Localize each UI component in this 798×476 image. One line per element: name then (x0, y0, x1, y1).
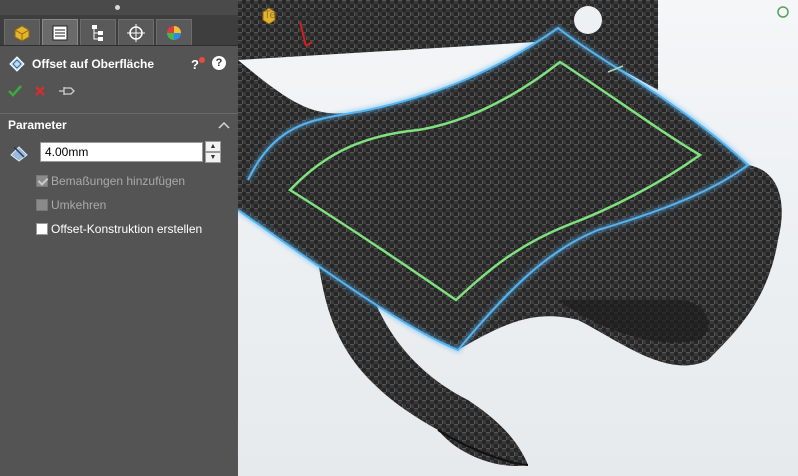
panel-header-strip (0, 0, 238, 15)
checkbox-row-reverse[interactable]: Umkehren (0, 193, 238, 217)
color-sphere-icon (167, 25, 181, 40)
svg-text:?: ? (191, 57, 199, 72)
detailed-preview-help-icon[interactable]: ? (190, 56, 206, 72)
offset-stepper[interactable]: ▲ ▼ (205, 141, 221, 163)
page-title: Offset auf Oberfläche (32, 57, 155, 71)
tree-icon (92, 24, 103, 41)
part-mounting-hole (574, 6, 602, 34)
offset-surface-icon (9, 56, 25, 72)
property-list-icon (52, 25, 68, 40)
model-canvas[interactable] (238, 0, 798, 476)
breadcrumb[interactable]: Teil1 (Standard<<Stan... (264, 9, 383, 21)
offset-distance-input[interactable] (40, 142, 203, 162)
property-manager-panel: Offset auf Oberfläche ? ? Parameter 4.00… (0, 0, 238, 476)
drag-dot[interactable] (115, 5, 120, 10)
tab-display-manager[interactable] (156, 19, 192, 45)
cancel-x-icon[interactable] (34, 85, 46, 97)
action-buttons (0, 79, 238, 103)
distance-icon (10, 146, 28, 162)
tab-property-manager[interactable] (42, 19, 78, 45)
parameter-section-header[interactable]: Parameter (0, 113, 238, 135)
checkbox-row-construction[interactable]: Offset-Konstruktion erstellen (0, 217, 238, 241)
checkbox-row-add-dimensions[interactable]: Bemaßungen hinzufügen (0, 169, 238, 193)
ok-check-icon[interactable] (8, 85, 22, 97)
add-dimensions-label: Bemaßungen hinzufügen (51, 174, 186, 188)
feature-title-row: Offset auf Oberfläche ? ? (0, 49, 238, 79)
tab-dimxpert[interactable] (118, 19, 154, 45)
tab-feature-manager[interactable] (4, 19, 40, 45)
construction-label: Offset-Konstruktion erstellen (51, 222, 203, 236)
zoom-handle-icon[interactable] (777, 6, 789, 18)
reverse-label: Umkehren (51, 198, 107, 212)
pin-icon[interactable] (58, 85, 76, 97)
reverse-checkbox[interactable] (36, 199, 48, 211)
part-inner-curl (558, 300, 709, 343)
stepper-up[interactable]: ▲ (205, 141, 221, 152)
part-icon (14, 24, 30, 42)
stepper-down[interactable]: ▼ (205, 152, 221, 163)
section-label: Parameter (8, 117, 67, 132)
graphics-viewport[interactable]: Teil1 (Standard<<Stan... (238, 0, 798, 476)
offset-distance-row: ▲ ▼ (0, 139, 238, 165)
add-dimensions-checkbox[interactable] (36, 175, 48, 187)
manager-tabs (0, 15, 238, 46)
tab-configuration-manager[interactable] (80, 19, 116, 45)
construction-checkbox[interactable] (36, 223, 48, 235)
chevron-up-icon[interactable] (218, 120, 230, 130)
help-icon[interactable]: ? (212, 56, 226, 70)
crosshair-target-icon (127, 23, 145, 42)
